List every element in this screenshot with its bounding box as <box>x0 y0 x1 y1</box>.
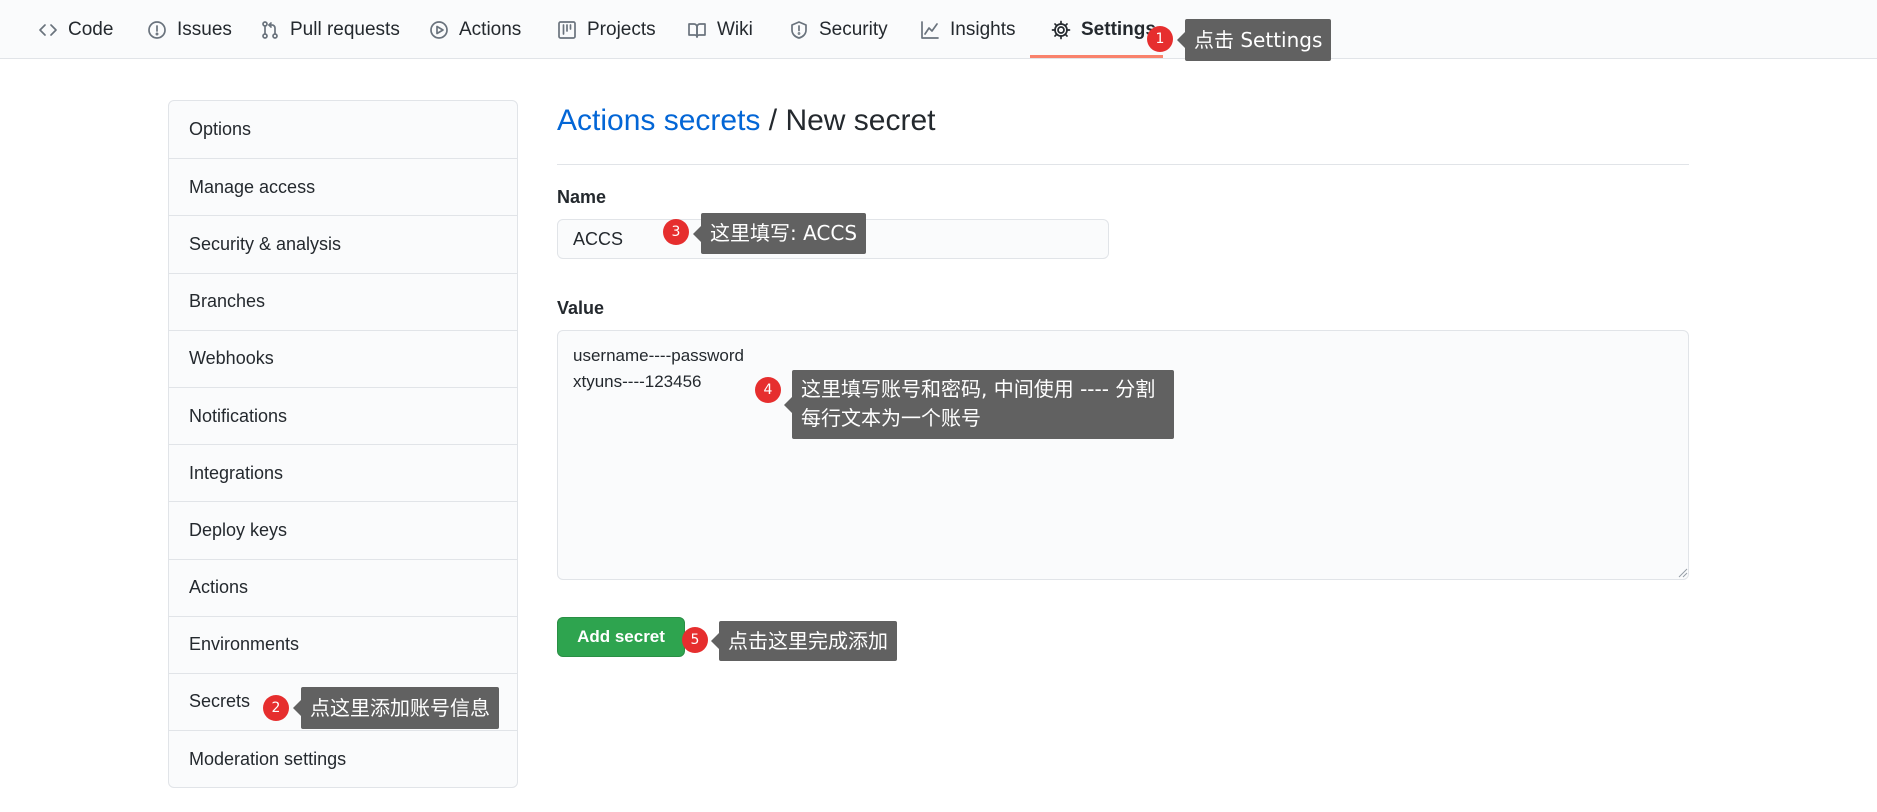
issue-opened-icon <box>146 19 168 41</box>
annotation-callout-1: 点击 Settings <box>1176 19 1332 61</box>
sidebar-item-options[interactable]: Options <box>169 101 517 158</box>
add-secret-button[interactable]: Add secret <box>557 617 685 657</box>
project-icon <box>556 19 578 41</box>
repo-nav: Code Issues Pull requests Actions Projec… <box>0 0 1877 59</box>
sidebar-item-moderation-settings[interactable]: Moderation settings <box>169 730 517 787</box>
annotation-callout-4: 这里填写账号和密码, 中间使用 ---- 分割 每行文本为一个账号 <box>784 370 1174 439</box>
shield-icon <box>788 19 810 41</box>
code-icon <box>37 19 59 41</box>
git-pull-request-icon <box>259 19 281 41</box>
sidebar-item-webhooks[interactable]: Webhooks <box>169 329 517 387</box>
tab-label: Projects <box>587 18 656 40</box>
annotation-callout-5: 点击这里完成添加 <box>711 621 897 661</box>
breadcrumb-separator: / <box>760 104 786 137</box>
resize-grip-icon[interactable] <box>1676 566 1688 578</box>
tab-insights[interactable]: Insights <box>919 0 1015 59</box>
value-label: Value <box>557 298 605 318</box>
tab-projects[interactable]: Projects <box>556 0 656 59</box>
annotation-badge-3: 3 <box>663 219 689 245</box>
tab-label: Security <box>819 18 888 40</box>
sidebar-item-deploy-keys[interactable]: Deploy keys <box>169 501 517 558</box>
tab-label: Insights <box>950 18 1016 40</box>
tab-pull-requests[interactable]: Pull requests <box>259 0 400 59</box>
name-label: Name <box>557 187 607 207</box>
annotation-callout-3: 这里填写: ACCS <box>692 213 867 254</box>
book-icon <box>686 19 708 41</box>
title-divider <box>557 164 1689 165</box>
graph-icon <box>919 19 941 41</box>
sidebar-item-manage-access[interactable]: Manage access <box>169 158 517 215</box>
sidebar-item-branches[interactable]: Branches <box>169 272 517 330</box>
breadcrumb-actions-secrets-link[interactable]: Actions secrets <box>557 104 760 137</box>
selected-tab-indicator <box>1030 55 1163 58</box>
tab-issues[interactable]: Issues <box>146 0 232 59</box>
sidebar-item-environments[interactable]: Environments <box>169 615 517 673</box>
annotation-badge-2: 2 <box>263 695 289 721</box>
tab-label: Code <box>68 18 114 40</box>
annotation-badge-5: 5 <box>682 627 708 653</box>
breadcrumb-current: New secret <box>785 104 936 137</box>
annotation-callout-4-line1: 这里填写账号和密码, 中间使用 ---- 分割 <box>801 377 1156 401</box>
annotation-badge-4: 4 <box>755 377 781 403</box>
tab-label: Wiki <box>717 18 753 40</box>
tab-security[interactable]: Security <box>788 0 888 59</box>
settings-sidebar: Options Manage access Security & analysi… <box>168 100 518 788</box>
tab-actions[interactable]: Actions <box>428 0 521 59</box>
tab-wiki[interactable]: Wiki <box>686 0 753 59</box>
tab-label: Actions <box>459 18 522 40</box>
annotation-callout-2: 点这里添加账号信息 <box>293 687 499 729</box>
gear-icon <box>1050 19 1072 41</box>
annotation-callout-4-line2: 每行文本为一个账号 <box>801 406 981 430</box>
play-icon <box>428 19 450 41</box>
sidebar-item-security-analysis[interactable]: Security & analysis <box>169 215 517 272</box>
page-title: Actions secrets / New secret <box>557 104 935 138</box>
tab-code[interactable]: Code <box>37 0 113 59</box>
annotation-badge-1: 1 <box>1147 26 1173 52</box>
sidebar-item-notifications[interactable]: Notifications <box>169 386 517 444</box>
secret-value-textarea[interactable]: username----password xtyuns----123456 <box>557 330 1689 580</box>
sidebar-item-actions[interactable]: Actions <box>169 558 517 616</box>
tab-label: Settings <box>1081 18 1156 40</box>
tab-label: Issues <box>177 18 232 40</box>
tab-label: Pull requests <box>290 18 400 40</box>
sidebar-item-integrations[interactable]: Integrations <box>169 444 517 501</box>
tab-settings[interactable]: Settings <box>1050 0 1156 59</box>
